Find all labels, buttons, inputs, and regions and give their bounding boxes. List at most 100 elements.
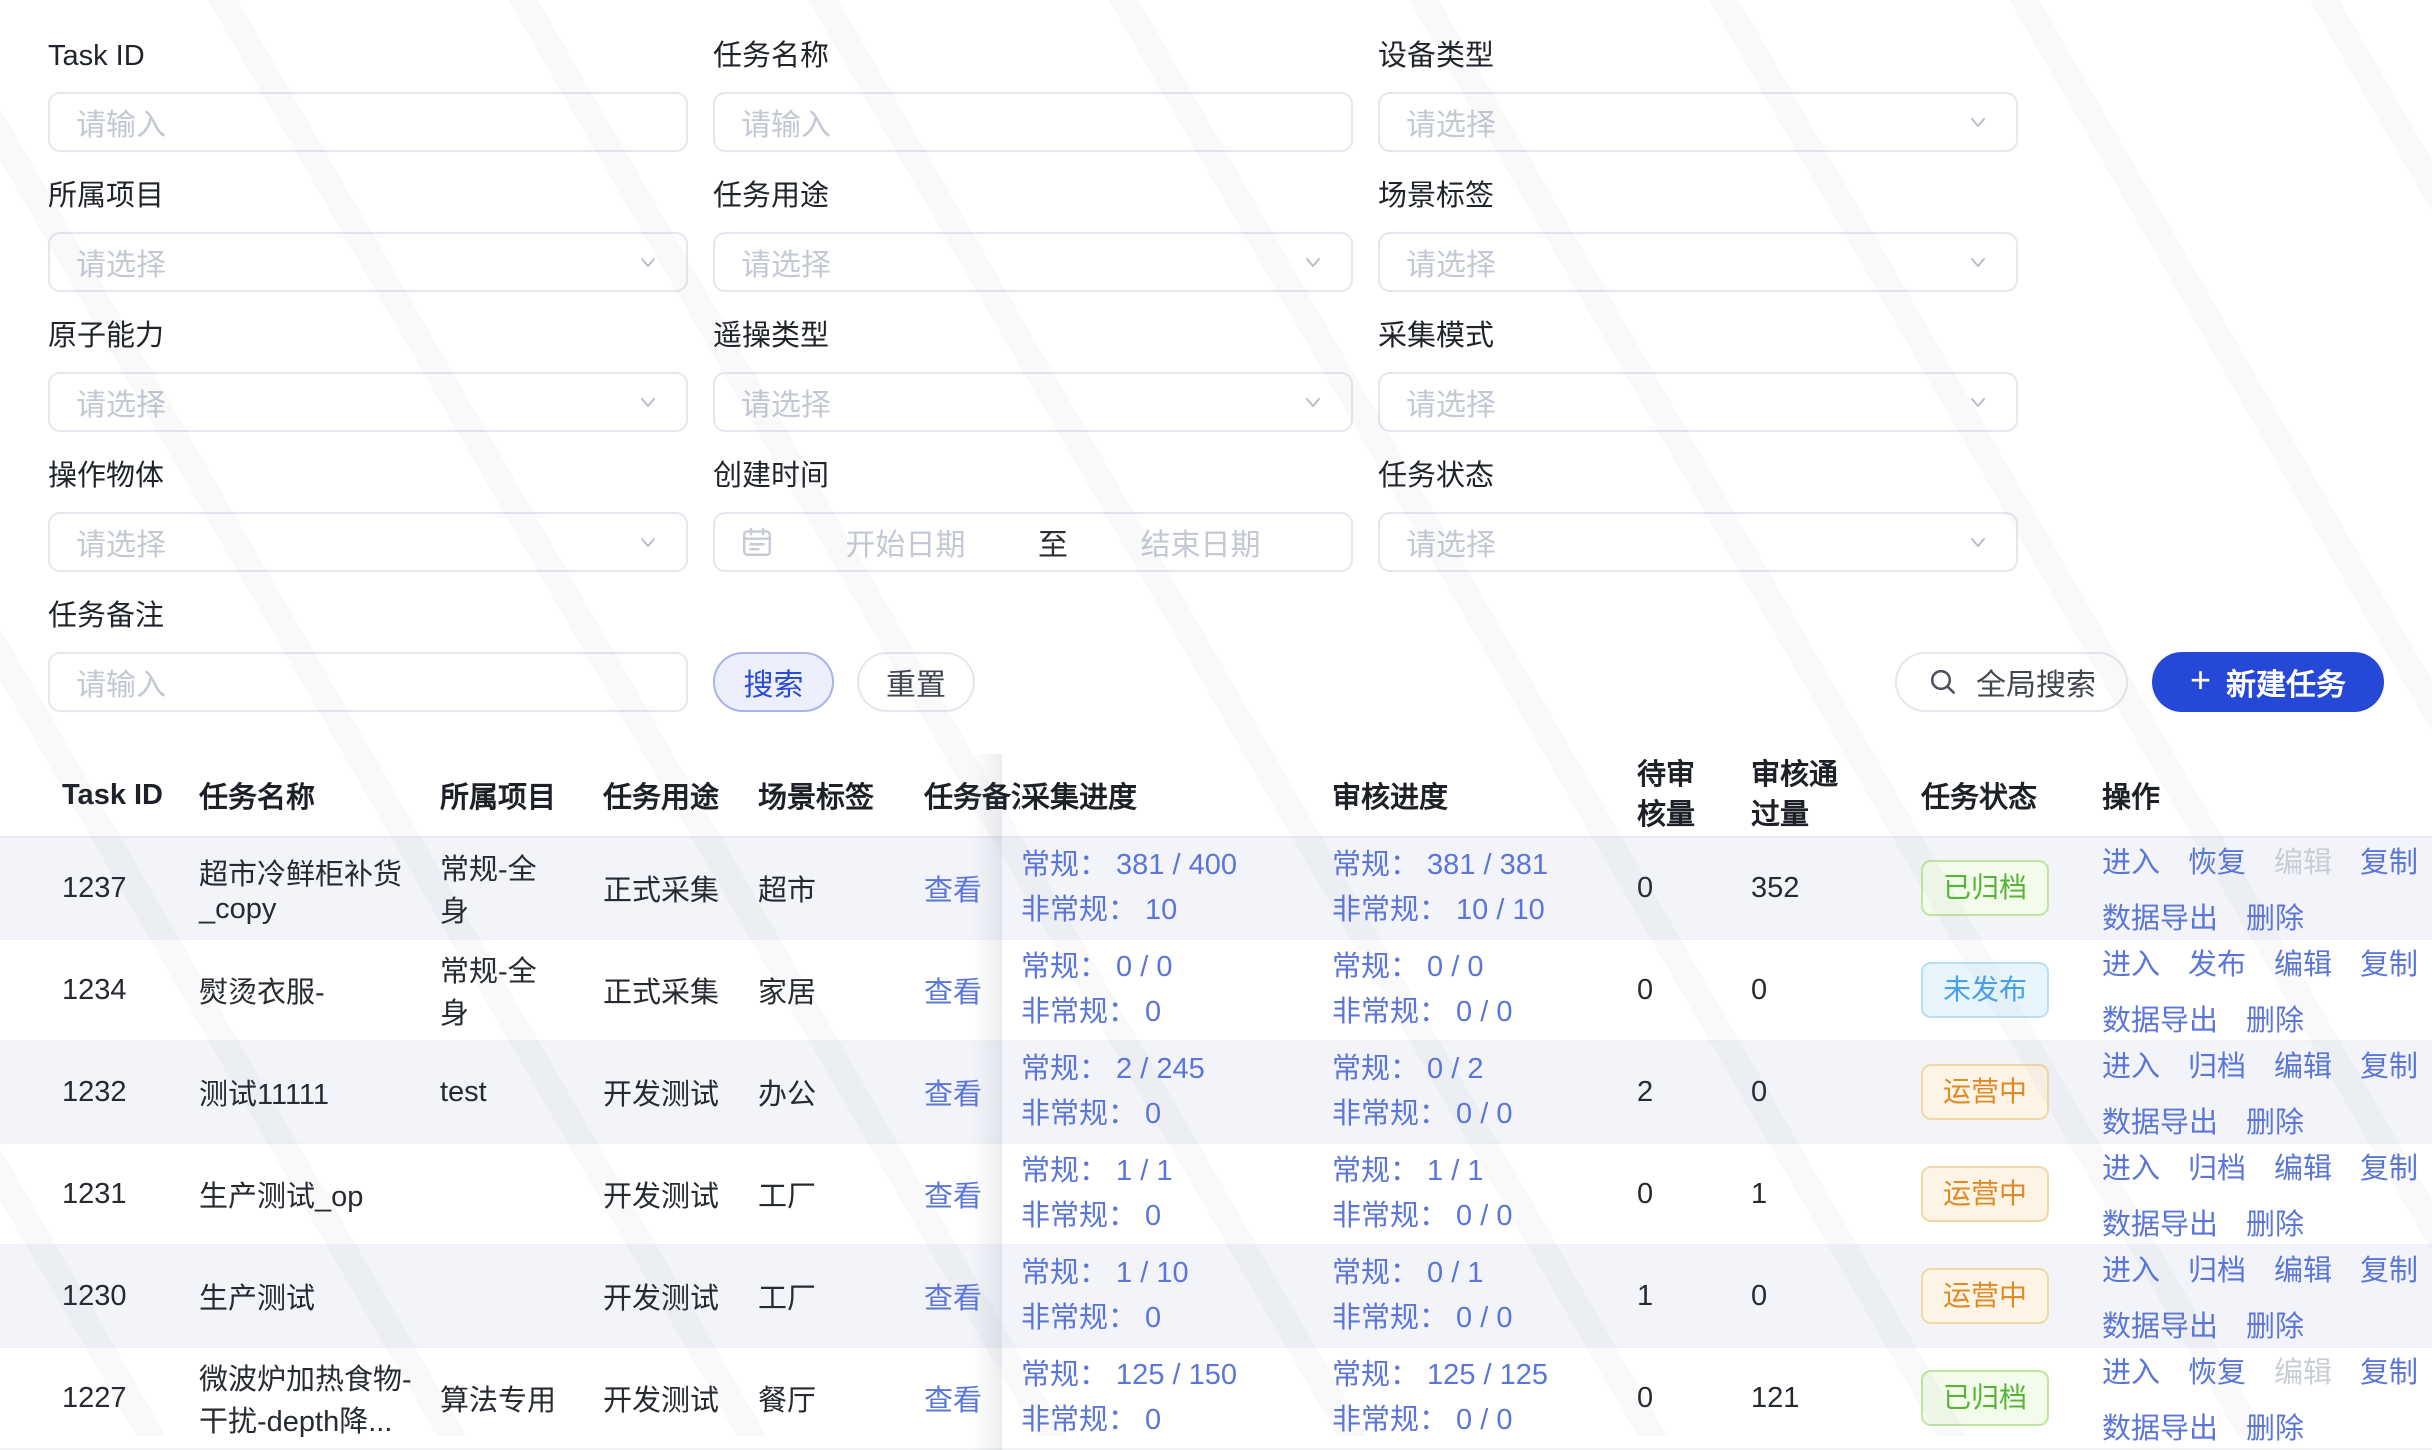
progress-line: 非常规： 10 bbox=[1021, 888, 1330, 933]
action-link[interactable]: 恢复 bbox=[2188, 839, 2246, 881]
filter-select[interactable]: 请选择 bbox=[713, 372, 1353, 432]
action-link[interactable]: 编辑 bbox=[2274, 1145, 2332, 1187]
filter-field: 场景标签请选择 bbox=[1378, 174, 2018, 292]
action-link[interactable]: 数据导出 bbox=[2102, 1303, 2218, 1345]
cell-remark: 查看 bbox=[918, 939, 1020, 1041]
action-link[interactable]: 数据导出 bbox=[2102, 895, 2218, 937]
progress-line: 非常规： 0 bbox=[1021, 1296, 1330, 1341]
task-table-grid: Task ID任务名称所属项目任务用途场景标签任务备注采集进度审核进度待审核量审… bbox=[0, 754, 2432, 1450]
action-link[interactable]: 进入 bbox=[2102, 1043, 2160, 1085]
table-row: 1234熨烫衣服-常规-全身正式采集家居查看常规： 0 / 0非常规： 0常规：… bbox=[0, 939, 2432, 1041]
cell-pending: 0 bbox=[1636, 837, 1750, 939]
progress-line: 非常规： 10 / 10 bbox=[1332, 888, 1635, 933]
progress-line: 非常规： 0 / 0 bbox=[1332, 1398, 1635, 1443]
action-link[interactable]: 复制 bbox=[2360, 1145, 2418, 1187]
action-link[interactable]: 删除 bbox=[2246, 1201, 2304, 1243]
progress-line: 非常规： 0 bbox=[1021, 1398, 1330, 1443]
action-link[interactable]: 复制 bbox=[2360, 1247, 2418, 1289]
create-task-button[interactable]: + 新建任务 bbox=[2152, 652, 2384, 712]
cell-collect-progress: 常规： 1 / 1非常规： 0 bbox=[1020, 1143, 1331, 1245]
chevron-down-icon bbox=[636, 390, 660, 414]
view-remark-link[interactable]: 查看 bbox=[924, 1385, 982, 1417]
action-link[interactable]: 删除 bbox=[2246, 1303, 2304, 1345]
reset-button[interactable]: 重置 bbox=[857, 652, 975, 712]
view-remark-link[interactable]: 查看 bbox=[924, 1079, 982, 1111]
action-link[interactable]: 复制 bbox=[2360, 1043, 2418, 1085]
search-icon bbox=[1927, 666, 1959, 698]
view-remark-link[interactable]: 查看 bbox=[924, 1181, 982, 1213]
cell-status: 运营中 bbox=[1920, 1245, 2101, 1347]
cell-status: 未发布 bbox=[1920, 939, 2101, 1041]
global-search-button[interactable]: 全局搜索 bbox=[1895, 652, 2128, 712]
cell-project: test bbox=[439, 1041, 602, 1143]
cell-purpose: 正式采集 bbox=[602, 837, 757, 939]
action-link[interactable]: 数据导出 bbox=[2102, 997, 2218, 1039]
filter-select[interactable]: 请选择 bbox=[713, 232, 1353, 292]
cell-purpose: 开发测试 bbox=[602, 1245, 757, 1347]
view-remark-link[interactable]: 查看 bbox=[924, 977, 982, 1009]
cell-pending: 0 bbox=[1636, 939, 1750, 1041]
filter-select[interactable]: 请选择 bbox=[1378, 512, 2018, 572]
cell-task-name: 生产测试 bbox=[198, 1245, 439, 1347]
progress-line: 常规： 0 / 0 bbox=[1021, 945, 1330, 990]
action-link[interactable]: 复制 bbox=[2360, 941, 2418, 983]
action-link[interactable]: 删除 bbox=[2246, 895, 2304, 937]
progress-line: 常规： 1 / 1 bbox=[1332, 1149, 1635, 1194]
action-link[interactable]: 编辑 bbox=[2274, 1043, 2332, 1085]
cell-collect-progress: 常规： 125 / 150非常规： 0 bbox=[1020, 1347, 1331, 1449]
cell-purpose: 开发测试 bbox=[602, 1041, 757, 1143]
action-link[interactable]: 复制 bbox=[2360, 839, 2418, 881]
cell-actions: 进入发布编辑复制数据导出删除 bbox=[2101, 939, 2432, 1041]
action-link[interactable]: 恢复 bbox=[2188, 1349, 2246, 1391]
filter-select[interactable]: 请选择 bbox=[1378, 372, 2018, 432]
cell-review-progress: 常规： 381 / 381非常规： 10 / 10 bbox=[1331, 837, 1636, 939]
filter-select[interactable]: 请选择 bbox=[1378, 92, 2018, 152]
date-range-picker[interactable]: 开始日期至结束日期 bbox=[713, 512, 1353, 572]
progress-line: 常规： 381 / 381 bbox=[1332, 843, 1635, 888]
action-link[interactable]: 进入 bbox=[2102, 941, 2160, 983]
progress-line: 常规： 1 / 10 bbox=[1021, 1251, 1330, 1296]
action-link[interactable]: 数据导出 bbox=[2102, 1405, 2218, 1447]
filter-input[interactable]: 请输入 bbox=[713, 92, 1353, 152]
action-link[interactable]: 复制 bbox=[2360, 1349, 2418, 1391]
filter-input[interactable]: 请输入 bbox=[48, 92, 688, 152]
view-remark-link[interactable]: 查看 bbox=[924, 1283, 982, 1315]
action-link[interactable]: 删除 bbox=[2246, 997, 2304, 1039]
column-header: 任务名称 bbox=[198, 754, 439, 837]
action-link[interactable]: 进入 bbox=[2102, 1247, 2160, 1289]
action-link[interactable]: 删除 bbox=[2246, 1405, 2304, 1447]
cell-task-name: 微波炉加热食物-干扰-depth降... bbox=[198, 1347, 439, 1449]
action-link[interactable]: 归档 bbox=[2188, 1247, 2246, 1289]
action-link[interactable]: 进入 bbox=[2102, 839, 2160, 881]
action-link[interactable]: 归档 bbox=[2188, 1145, 2246, 1187]
cell-scene: 工厂 bbox=[757, 1143, 918, 1245]
cell-collect-progress: 常规： 1 / 10非常规： 0 bbox=[1020, 1245, 1331, 1347]
filter-select[interactable]: 请选择 bbox=[48, 512, 688, 572]
cell-scene: 家居 bbox=[757, 939, 918, 1041]
view-remark-link[interactable]: 查看 bbox=[924, 875, 982, 907]
select-placeholder: 请选择 bbox=[1406, 100, 1496, 144]
filter-label: 任务状态 bbox=[1378, 454, 2018, 498]
chevron-down-icon bbox=[1966, 250, 1990, 274]
remark-input[interactable]: 请输入 bbox=[48, 652, 688, 712]
cell-review-progress: 常规： 1 / 1非常规： 0 / 0 bbox=[1331, 1143, 1636, 1245]
filter-select[interactable]: 请选择 bbox=[48, 372, 688, 432]
action-link[interactable]: 发布 bbox=[2188, 941, 2246, 983]
action-link[interactable]: 编辑 bbox=[2274, 1247, 2332, 1289]
cell-scene: 工厂 bbox=[757, 1245, 918, 1347]
action-link[interactable]: 进入 bbox=[2102, 1145, 2160, 1187]
status-badge: 已归档 bbox=[1921, 860, 2049, 916]
filter-select[interactable]: 请选择 bbox=[48, 232, 688, 292]
cell-pending: 0 bbox=[1636, 1143, 1750, 1245]
progress-line: 常规： 381 / 400 bbox=[1021, 843, 1330, 888]
action-link[interactable]: 删除 bbox=[2246, 1099, 2304, 1141]
search-button[interactable]: 搜索 bbox=[713, 652, 834, 712]
progress-line: 非常规： 0 bbox=[1021, 990, 1330, 1035]
action-link[interactable]: 归档 bbox=[2188, 1043, 2246, 1085]
filter-field: 任务用途请选择 bbox=[713, 174, 1353, 292]
action-link[interactable]: 数据导出 bbox=[2102, 1201, 2218, 1243]
action-link[interactable]: 进入 bbox=[2102, 1349, 2160, 1391]
filter-select[interactable]: 请选择 bbox=[1378, 232, 2018, 292]
action-link[interactable]: 编辑 bbox=[2274, 941, 2332, 983]
action-link[interactable]: 数据导出 bbox=[2102, 1099, 2218, 1141]
